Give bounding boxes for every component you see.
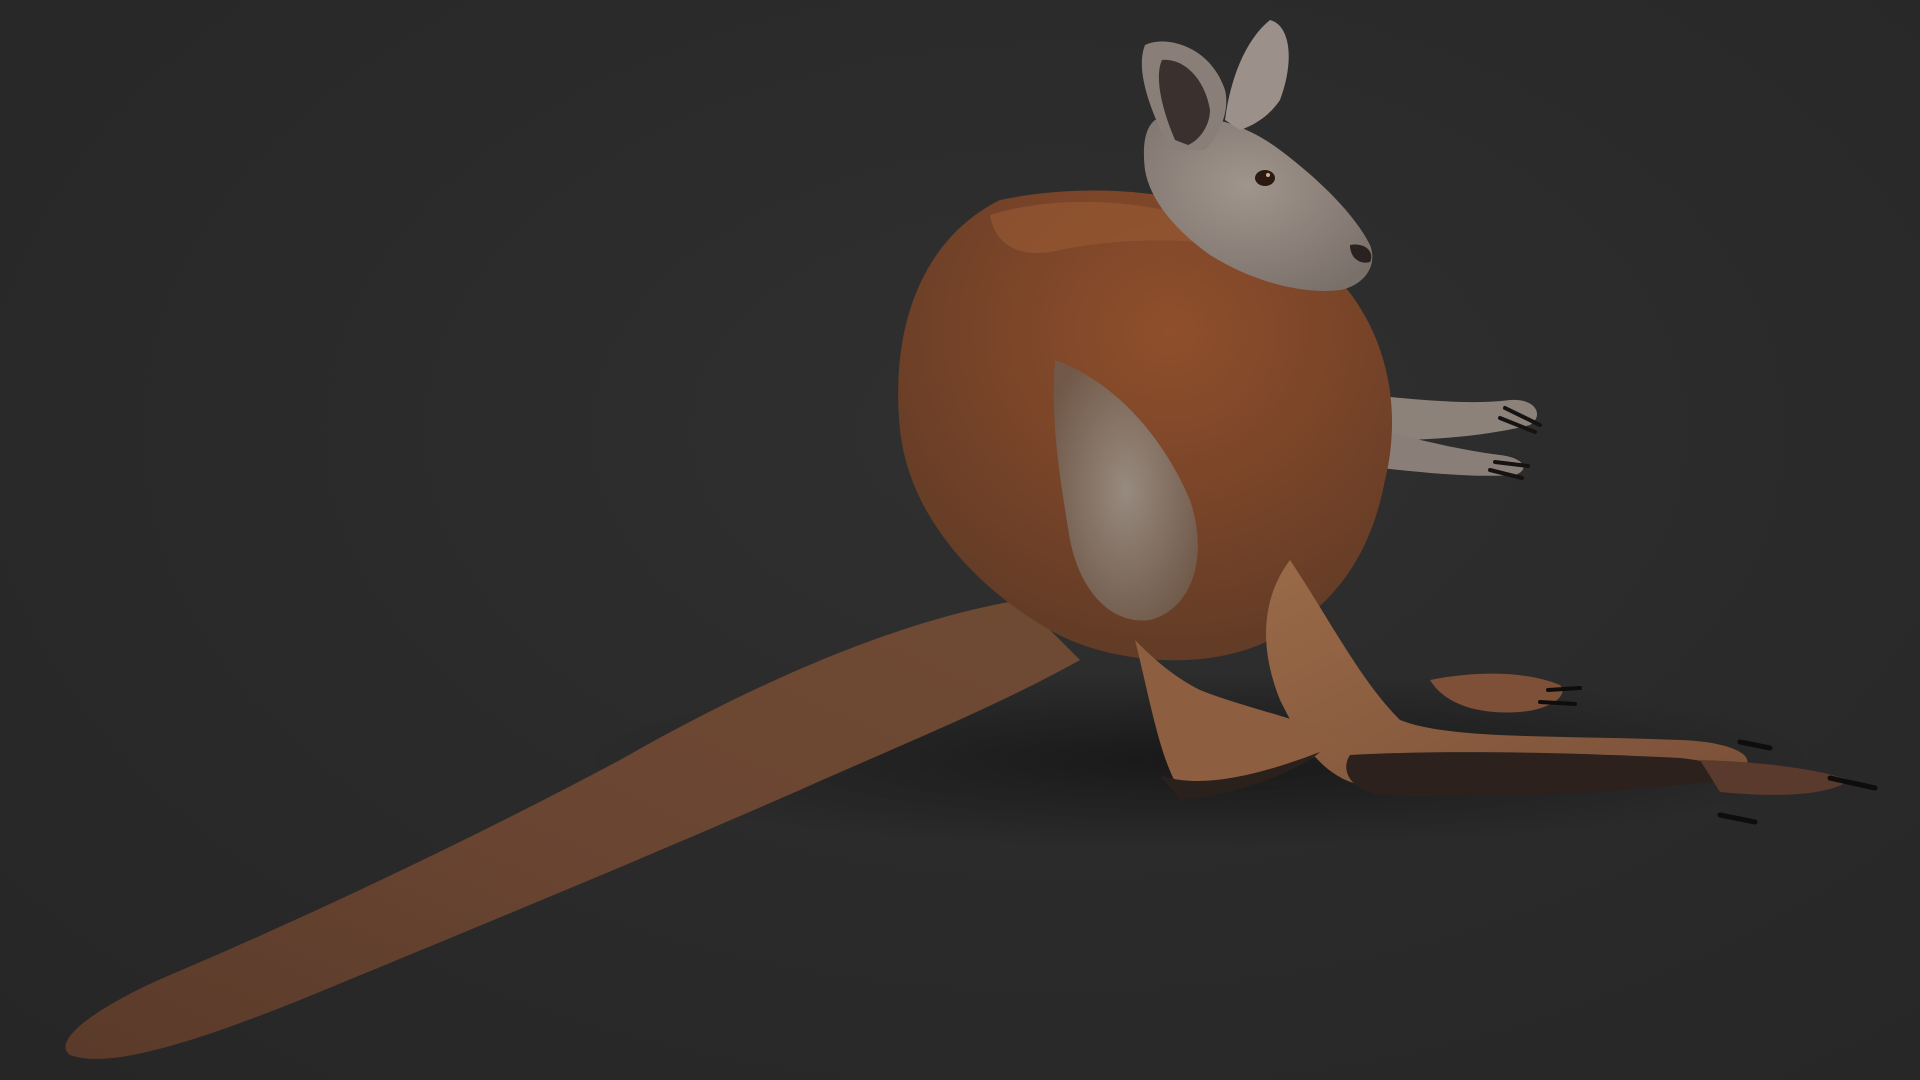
kangaroo-illustration (65, 20, 1878, 1059)
far-forearm (1370, 395, 1538, 440)
right-ear (1225, 20, 1289, 130)
hind-foot-toe (1700, 760, 1850, 795)
eye-highlight (1266, 173, 1270, 177)
eye (1255, 170, 1275, 186)
render-viewport (0, 0, 1920, 1080)
